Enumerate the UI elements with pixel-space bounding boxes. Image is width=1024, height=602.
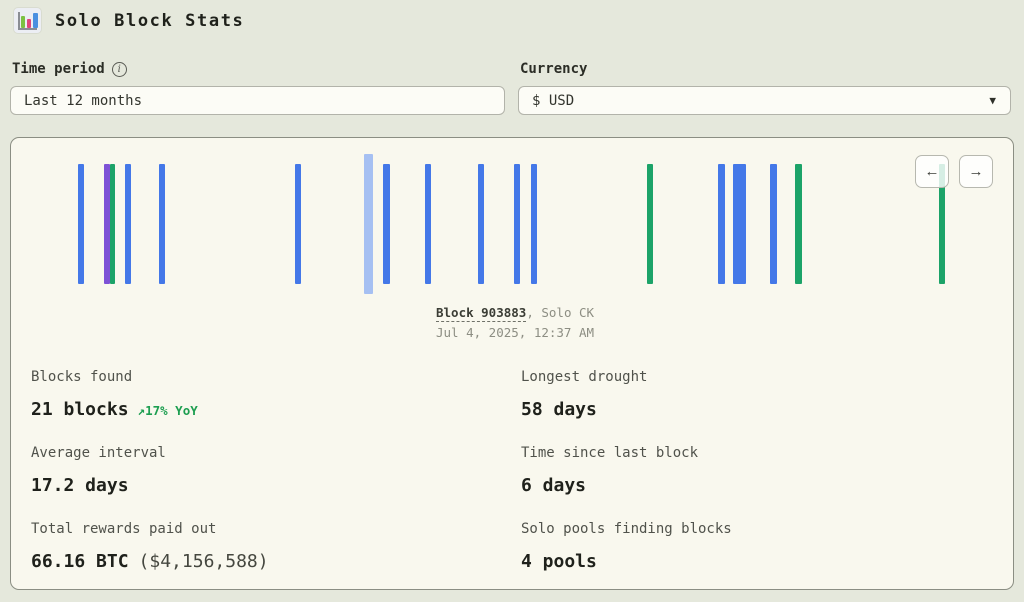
block-link[interactable]: Block 903883 — [436, 305, 526, 322]
block-bar[interactable] — [159, 164, 165, 284]
currency-label: Currency — [520, 61, 1011, 77]
time-period-input[interactable]: Last 12 months — [10, 86, 505, 115]
stat-average-interval: Average interval 17.2 days — [31, 445, 521, 497]
solo-block-stats-panel: ← → Block 903883, Solo CK Jul 4, 2025, 1… — [10, 137, 1014, 590]
currency-control: Currency $ USD ▼ — [518, 61, 1011, 115]
block-bar[interactable] — [795, 164, 802, 284]
block-bar[interactable] — [383, 164, 390, 284]
stat-value: 66.16 BTC — [31, 551, 129, 572]
time-period-control: Time period i Last 12 months — [10, 61, 505, 115]
stat-longest-drought: Longest drought 58 days — [521, 369, 1005, 421]
app-header: Solo Block Stats — [14, 8, 244, 33]
block-bar[interactable] — [478, 164, 484, 284]
block-bar[interactable] — [125, 164, 131, 284]
stat-value: 21 blocks — [31, 399, 129, 420]
next-period-button[interactable]: → — [959, 155, 993, 188]
block-bar[interactable] — [514, 164, 520, 284]
block-bar-highlighted[interactable] — [364, 154, 373, 294]
time-period-label-text: Time period — [12, 61, 105, 77]
block-bar[interactable] — [647, 164, 653, 284]
currency-value: $ USD — [532, 93, 574, 109]
block-bar[interactable] — [110, 164, 115, 284]
stat-label: Solo pools finding blocks — [521, 521, 1005, 537]
currency-select[interactable]: $ USD ▼ — [518, 86, 1011, 115]
stat-label: Total rewards paid out — [31, 521, 521, 537]
block-tooltip: Block 903883, Solo CK Jul 4, 2025, 12:37… — [436, 303, 594, 343]
bar-chart-icon — [14, 8, 41, 33]
block-bar[interactable] — [425, 164, 431, 284]
stat-value-fiat: ($4,156,588) — [139, 551, 269, 572]
stat-total-rewards: Total rewards paid out 66.16 BTC ($4,156,… — [31, 521, 521, 573]
stat-solo-pools: Solo pools finding blocks 4 pools — [521, 521, 1005, 573]
block-bar[interactable] — [733, 164, 746, 284]
info-icon[interactable]: i — [112, 62, 127, 77]
block-bar[interactable] — [718, 164, 725, 284]
currency-label-text: Currency — [520, 61, 587, 77]
stat-label: Time since last block — [521, 445, 1005, 461]
time-period-label: Time period i — [12, 61, 505, 77]
stat-time-since-last-block: Time since last block 6 days — [521, 445, 1005, 497]
block-pool-suffix: , Solo CK — [526, 305, 594, 320]
block-bar[interactable] — [78, 164, 84, 284]
block-bar[interactable] — [531, 164, 537, 284]
block-bar[interactable] — [770, 164, 777, 284]
block-bar[interactable] — [295, 164, 301, 284]
page-title: Solo Block Stats — [55, 11, 244, 31]
stat-blocks-found: Blocks found 21 blocks ↗17% YoY — [31, 369, 521, 421]
filter-controls: Time period i Last 12 months Currency $ … — [10, 61, 1011, 115]
block-tooltip-line1: Block 903883, Solo CK — [436, 303, 594, 323]
stat-value: 58 days — [521, 399, 597, 420]
stat-label: Longest drought — [521, 369, 1005, 385]
stat-label: Average interval — [31, 445, 521, 461]
chevron-down-icon: ▼ — [989, 94, 996, 107]
stat-label: Blocks found — [31, 369, 521, 385]
block-tooltip-datetime: Jul 4, 2025, 12:37 AM — [436, 323, 594, 343]
stat-value: 4 pools — [521, 551, 597, 572]
prev-period-button[interactable]: ← — [915, 155, 949, 188]
stat-value: 6 days — [521, 475, 586, 496]
stat-value: 17.2 days — [31, 475, 129, 496]
timeline-nav: ← → — [915, 155, 993, 188]
stats-grid: Blocks found 21 blocks ↗17% YoY Longest d… — [31, 369, 1005, 573]
yoy-badge: ↗17% YoY — [138, 403, 198, 418]
time-period-value: Last 12 months — [24, 93, 142, 109]
